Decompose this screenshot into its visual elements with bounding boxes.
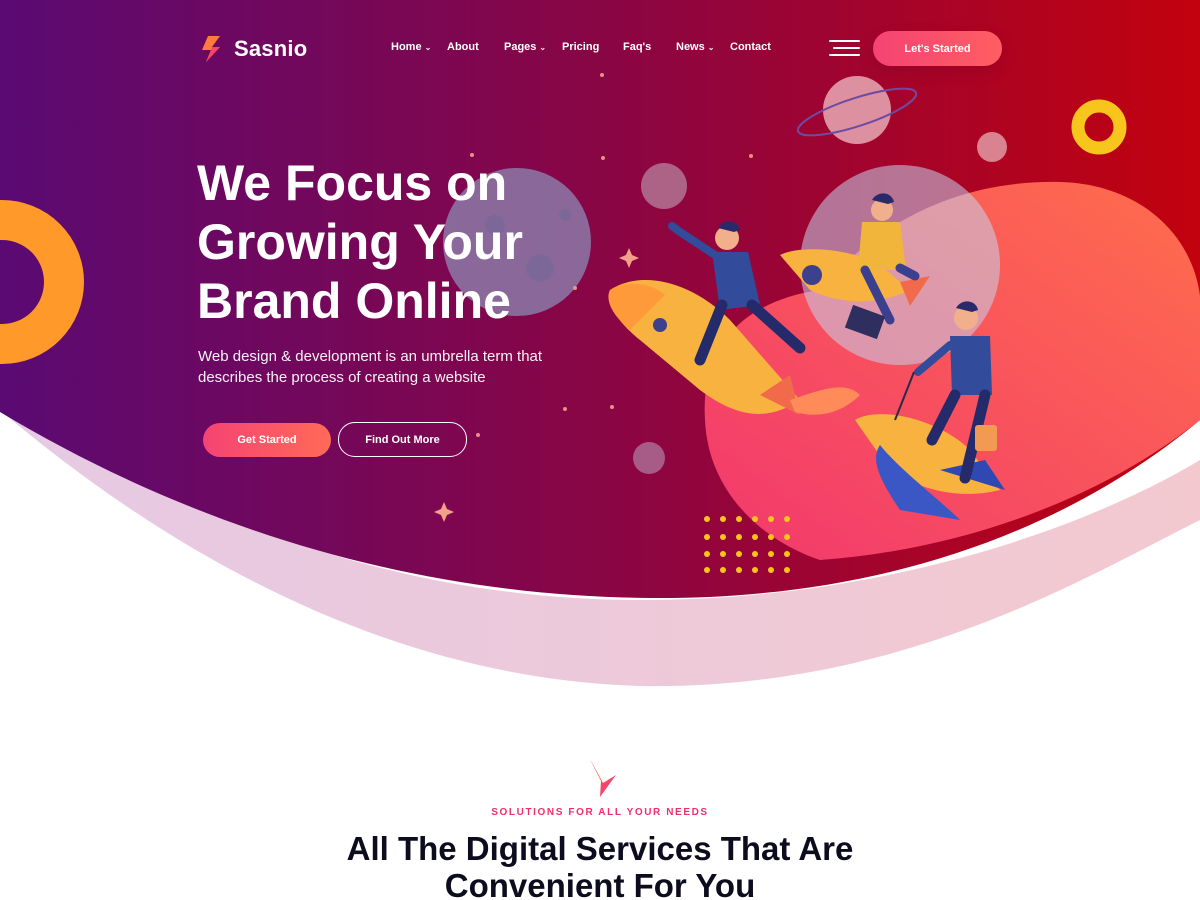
- menu-icon[interactable]: [829, 40, 860, 56]
- nav-item-faqs[interactable]: Faq's: [623, 41, 651, 53]
- chevron-down-icon: ⌄: [539, 42, 547, 52]
- section-title: All The Digital Services That Are Conven…: [0, 830, 1200, 900]
- nav-item-pages[interactable]: Pages ⌄: [504, 41, 546, 53]
- hero-title: We Focus on Growing Your Brand Online: [197, 154, 617, 331]
- hero-title-line: We Focus on: [197, 155, 508, 211]
- brand-logo[interactable]: Sasnio: [198, 34, 307, 64]
- brand-name: Sasnio: [234, 36, 308, 61]
- nav-item-label: Faq's: [623, 41, 652, 53]
- small-planet-shape: [641, 163, 687, 209]
- section-title-line: All The Digital Services That Are: [346, 830, 854, 867]
- nav-item-pricing[interactable]: Pricing: [562, 41, 599, 53]
- nav-item-label: News: [676, 41, 705, 53]
- brand-mark-icon: [202, 36, 220, 62]
- get-started-button[interactable]: Get Started: [203, 423, 331, 457]
- nav-item-about[interactable]: About: [447, 41, 479, 53]
- nav-item-label: About: [447, 41, 479, 53]
- section-eyebrow: SOLUTIONS FOR ALL YOUR NEEDS: [491, 807, 709, 818]
- arrow-mark-icon: [590, 759, 616, 797]
- nav-item-label: Pages: [504, 41, 537, 53]
- nav-item-label: Pricing: [562, 41, 600, 53]
- hero-title-line: Growing Your: [197, 214, 523, 270]
- landing-page: Sasnio Home ⌄ About Pages ⌄ Pricing Faq'…: [0, 0, 1200, 900]
- yellow-ring-shape: [1071, 99, 1127, 155]
- nav-item-home[interactable]: Home ⌄: [391, 41, 431, 53]
- hero-decor: [0, 73, 1200, 573]
- hero-title-line: Brand Online: [197, 273, 511, 329]
- orange-ring-shape: [0, 200, 84, 364]
- nav-item-label: Home: [391, 41, 422, 53]
- lets-started-button[interactable]: Let's Started: [873, 31, 1002, 66]
- chevron-down-icon: ⌄: [424, 42, 432, 52]
- nav-item-label: Contact: [730, 41, 771, 53]
- nav-item-news[interactable]: News ⌄: [676, 41, 714, 53]
- hero-subtitle: Web design & development is an umbrella …: [198, 348, 543, 386]
- section-title-line: Convenient For You: [444, 867, 756, 900]
- nav-item-contact[interactable]: Contact: [730, 41, 771, 53]
- find-out-more-button[interactable]: Find Out More: [338, 422, 467, 457]
- chevron-down-icon: ⌄: [707, 42, 715, 52]
